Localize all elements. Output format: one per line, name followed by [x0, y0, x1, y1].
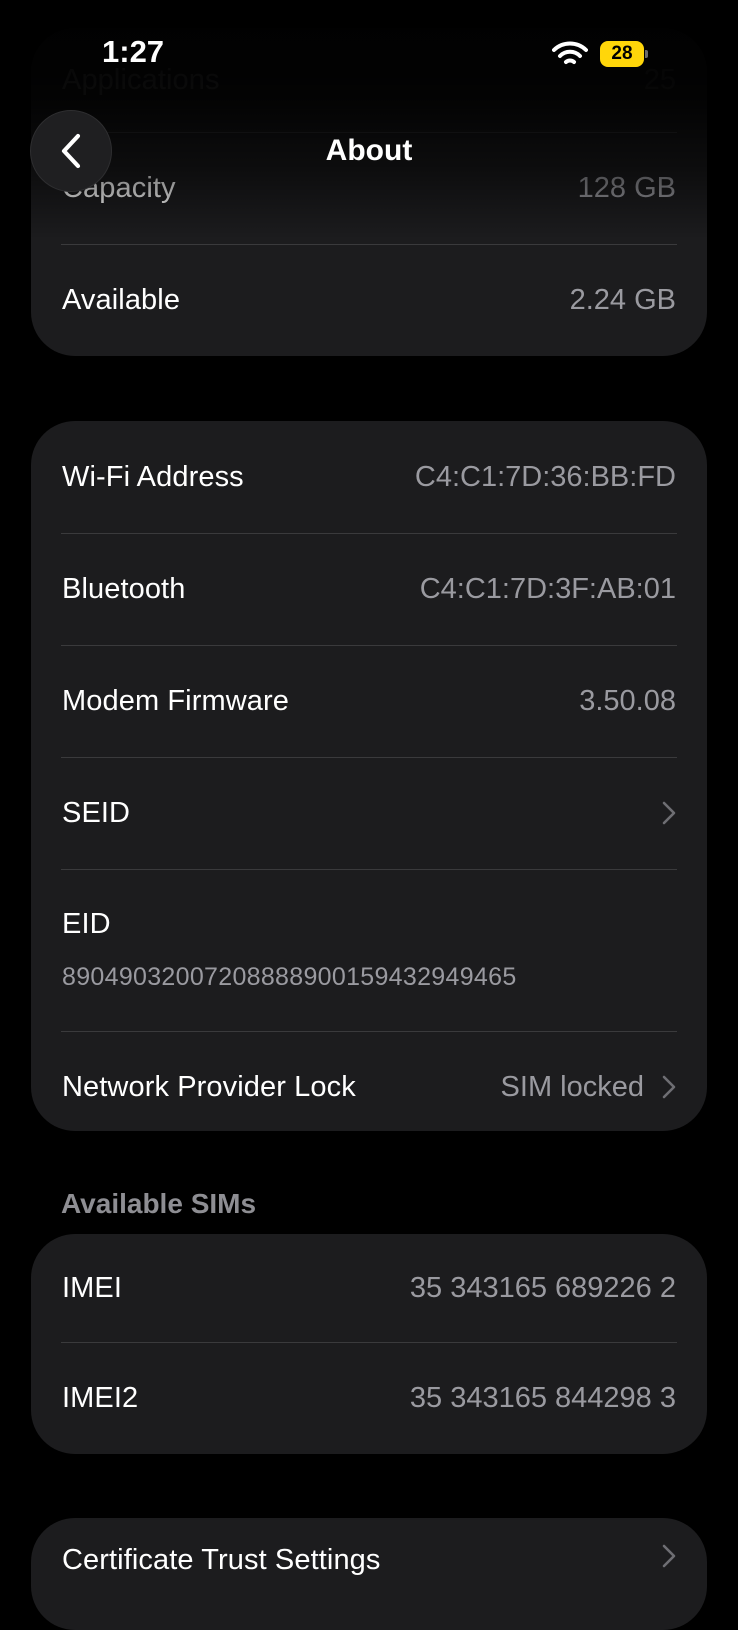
chevron-right-icon [662, 1075, 676, 1099]
chevron-right-icon [662, 801, 676, 825]
battery-cap [645, 50, 648, 58]
wifi-address-row[interactable]: Wi-Fi Address C4:C1:7D:36:BB:FD [31, 421, 707, 533]
certificate-trust-settings-label: Certificate Trust Settings [62, 1544, 381, 1576]
imei-row[interactable]: IMEI 35 343165 689226 2 [31, 1234, 707, 1342]
chevron-right-icon [662, 1544, 676, 1568]
seid-label: SEID [62, 796, 131, 829]
imei2-value: 35 343165 844298 3 [409, 1381, 676, 1414]
bluetooth-value: C4:C1:7D:3F:AB:01 [419, 572, 676, 605]
network-provider-lock-value: SIM locked [501, 1071, 676, 1104]
imei-label: IMEI [62, 1271, 123, 1304]
sim-lock-status: SIM locked [500, 1070, 644, 1103]
eid-label: EID [62, 908, 111, 940]
imei-value: 35 343165 689226 2 [409, 1271, 676, 1304]
about-scroll-view[interactable]: Applications 25 Capacity 128 GB Availabl… [0, 0, 738, 1630]
certificate-trust-settings-row[interactable]: Certificate Trust Settings [31, 1518, 707, 1630]
battery-level: 28 [600, 41, 644, 67]
available-value: 2.24 GB [569, 283, 676, 316]
imei2-row[interactable]: IMEI2 35 343165 844298 3 [31, 1342, 707, 1454]
eid-value: 89049032007208888900159432949465 [62, 963, 517, 991]
capacity-value: 128 GB [577, 171, 676, 204]
wifi-address-label: Wi-Fi Address [62, 460, 244, 493]
status-time: 1:27 [102, 34, 165, 69]
available-row: Available 2.24 GB [31, 244, 707, 356]
imei2-label: IMEI2 [62, 1381, 139, 1414]
eid-row[interactable]: EID 89049032007208888900159432949465 [31, 869, 707, 1031]
network-provider-lock-label: Network Provider Lock [62, 1070, 356, 1103]
sims-card: IMEI 35 343165 689226 2 IMEI2 35 343165 … [31, 1234, 707, 1454]
network-provider-lock-row[interactable]: Network Provider Lock SIM locked [31, 1031, 707, 1131]
modem-firmware-row[interactable]: Modem Firmware 3.50.08 [31, 645, 707, 757]
seid-row[interactable]: SEID [31, 757, 707, 869]
certificate-trust-settings-chevron [644, 1544, 676, 1568]
available-sims-header: Available SIMs [61, 1188, 257, 1219]
wifi-address-value: C4:C1:7D:36:BB:FD [414, 460, 676, 493]
available-label: Available [62, 283, 181, 316]
trust-settings-card[interactable]: Certificate Trust Settings [31, 1518, 707, 1630]
seid-value [644, 801, 676, 825]
wifi-icon [552, 41, 588, 64]
status-bar: 1:27 28 [0, 0, 738, 100]
page-title: About [325, 134, 413, 167]
modem-firmware-label: Modem Firmware [62, 684, 289, 717]
bluetooth-row[interactable]: Bluetooth C4:C1:7D:3F:AB:01 [31, 533, 707, 645]
bluetooth-label: Bluetooth [62, 572, 186, 605]
battery-icon: 28 [600, 41, 648, 67]
modem-firmware-value: 3.50.08 [579, 684, 676, 717]
network-card: Wi-Fi Address C4:C1:7D:36:BB:FD Bluetoot… [31, 421, 707, 1131]
